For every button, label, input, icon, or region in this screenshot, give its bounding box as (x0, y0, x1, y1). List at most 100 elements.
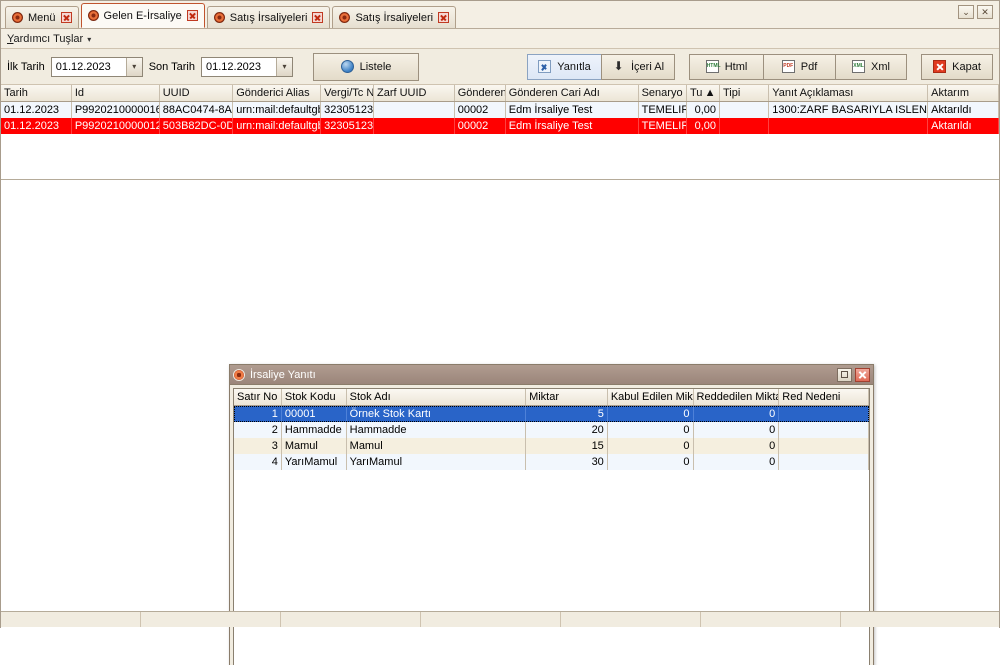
dialog-table-cell (779, 422, 869, 438)
chevron-down-icon[interactable]: ▾ (275, 57, 292, 76)
dialog-table-cell: 0 (608, 438, 694, 454)
export-group: HTML Html PDF Pdf XML Xml (689, 53, 907, 80)
table-cell: 323051238 (321, 102, 374, 118)
incoming-dispatch-grid: TarihIdUUIDGönderici AliasVergi/Tc NoZar… (1, 85, 999, 180)
grid-column-header[interactable]: UUID (160, 85, 234, 101)
dialog-table-cell: 15 (526, 438, 608, 454)
close-button-label: Kapat (952, 60, 981, 73)
dialog-table-cell: Örnek Stok Kartı (347, 406, 527, 422)
pdf-export-button[interactable]: PDF Pdf (763, 53, 835, 80)
grid-column-header[interactable]: Yanıt Açıklaması (769, 85, 929, 101)
close-icon (933, 60, 947, 73)
dialog-table-cell: 0 (694, 422, 780, 438)
dialog-table-cell: 30 (526, 454, 608, 470)
chevron-down-icon[interactable]: ▾ (125, 57, 142, 76)
last-date-picker[interactable]: ▾ (200, 56, 293, 77)
restore-square-icon (841, 371, 848, 378)
dialog-table-cell: 2 (234, 422, 282, 438)
table-cell: 1300:ZARF BASARIYLA ISLEN (769, 102, 929, 118)
dialog-table-cell: 1 (234, 406, 282, 422)
tab-close-icon[interactable] (186, 10, 198, 21)
grid-column-header[interactable]: Senaryo (639, 85, 687, 101)
app-circle-icon (213, 12, 225, 23)
table-cell (769, 118, 929, 134)
close-window-button[interactable]: ✕ (977, 5, 993, 19)
dialog-column-header[interactable]: Red Nedeni (779, 389, 869, 405)
pdf-file-icon: PDF (781, 60, 795, 73)
table-cell: 0,00 (687, 102, 720, 118)
dialog-title-bar[interactable]: İrsaliye Yanıtı (230, 365, 873, 385)
table-cell: 00002 (455, 118, 506, 134)
first-date-label: İlk Tarih (7, 60, 45, 73)
dialog-column-header[interactable]: Reddedilen Miktar (694, 389, 780, 405)
grid-column-header[interactable]: Tu ▲ (687, 85, 720, 101)
dialog-table-cell (779, 454, 869, 470)
dialog-table-row[interactable]: 1 00001 Örnek Stok Kartı 5 0 0 (234, 406, 869, 422)
dialog-table-row[interactable]: 2 Hammadde Hammadde 20 0 0 (234, 422, 869, 438)
status-bar (1, 611, 999, 627)
dialog-close-button[interactable] (855, 367, 870, 382)
table-cell: P992021000001613 (72, 102, 160, 118)
table-cell: TEMELIRS (639, 118, 687, 134)
grid-column-header[interactable]: Vergi/Tc No (321, 85, 374, 101)
import-button[interactable]: ⬇ İçeri Al (601, 53, 675, 80)
list-button[interactable]: Listele (312, 52, 419, 81)
table-cell: 00002 (455, 102, 506, 118)
grid-column-header[interactable]: Aktarım (928, 85, 999, 101)
tab-close-icon[interactable] (438, 12, 450, 23)
table-row[interactable]: 01.12.2023P992021000001254503B82DC-0DDFu… (1, 118, 999, 134)
tab-satis-irsaliyeleri-1[interactable]: Satış İrsaliyeleri (206, 6, 331, 28)
table-cell: 0,00 (687, 118, 720, 134)
menu-item-yardimci-tuslar[interactable]: Yardımcı Tuşlar ▾ (7, 33, 91, 45)
dialog-table-cell: Hammadde (282, 422, 347, 438)
toolbar: İlk Tarih ▾ Son Tarih ▾ Listele Yanıtla … (1, 49, 999, 85)
application-window: Menü Gelen E-İrsaliye Satış İrsaliyeleri… (0, 0, 1000, 665)
table-cell (720, 102, 770, 118)
grid-column-header[interactable]: Tarih (1, 85, 72, 101)
xml-export-button[interactable]: XML Xml (835, 53, 907, 80)
dialog-title: İrsaliye Yanıtı (250, 368, 316, 381)
restore-window-button[interactable]: ⌄ (958, 5, 974, 19)
dialog-column-header[interactable]: Satır No (234, 389, 282, 405)
reply-button[interactable]: Yanıtla (527, 53, 601, 80)
grid-column-header[interactable]: Gönderen Ca (455, 85, 506, 101)
tab-satis-irsaliyeleri-2[interactable]: Satış İrsaliyeleri (332, 6, 457, 28)
status-segment (561, 612, 701, 627)
close-button[interactable]: Kapat (921, 53, 993, 80)
tab-close-icon[interactable] (312, 12, 324, 23)
dialog-column-header[interactable]: Kabul Edilen Miktar (608, 389, 694, 405)
first-date-picker[interactable]: ▾ (50, 56, 143, 77)
table-cell: TEMELIRS (639, 102, 687, 118)
chevron-down-icon: ▾ (87, 34, 92, 44)
tab-close-icon[interactable] (60, 12, 72, 23)
dialog-table-row[interactable]: 3 Mamul Mamul 15 0 0 (234, 438, 869, 454)
xml-file-icon: XML (852, 60, 866, 73)
menu-item-label: ardımcı Tuşlar (13, 32, 84, 45)
first-date-input[interactable] (51, 57, 126, 76)
dialog-table-cell: YarıMamul (347, 454, 527, 470)
dialog-table-empty-area (234, 470, 869, 665)
dialog-column-header[interactable]: Stok Kodu (282, 389, 347, 405)
grid-column-header[interactable]: Gönderici Alias (233, 85, 322, 101)
status-segment (281, 612, 421, 627)
import-button-label: İçeri Al (631, 60, 665, 73)
dialog-table-cell: Mamul (282, 438, 347, 454)
grid-column-header[interactable]: Tipi (720, 85, 770, 101)
grid-column-header[interactable]: Zarf UUID (374, 85, 455, 101)
dialog-column-header[interactable]: Miktar (526, 389, 608, 405)
html-export-button[interactable]: HTML Html (689, 53, 763, 80)
grid-rows: 01.12.2023P99202100000161388AC0474-8AD6u… (1, 102, 999, 179)
tab-menu[interactable]: Menü (5, 6, 79, 28)
dialog-restore-button[interactable] (837, 367, 852, 382)
grid-column-header[interactable]: Id (72, 85, 160, 101)
table-row[interactable]: 01.12.2023P99202100000161388AC0474-8AD6u… (1, 102, 999, 118)
dialog-table-cell: 0 (694, 454, 780, 470)
grid-column-header[interactable]: Gönderen Cari Adı (506, 85, 639, 101)
dialog-column-header[interactable]: Stok Adı (347, 389, 527, 405)
dialog-table-cell: 00001 (282, 406, 347, 422)
last-date-input[interactable] (201, 57, 276, 76)
reply-button-label: Yanıtla (557, 60, 591, 73)
tab-gelen-e-irsaliye[interactable]: Gelen E-İrsaliye (80, 3, 205, 28)
table-cell: Aktarıldı (928, 102, 999, 118)
dialog-table-row[interactable]: 4 YarıMamul YarıMamul 30 0 0 (234, 454, 869, 470)
